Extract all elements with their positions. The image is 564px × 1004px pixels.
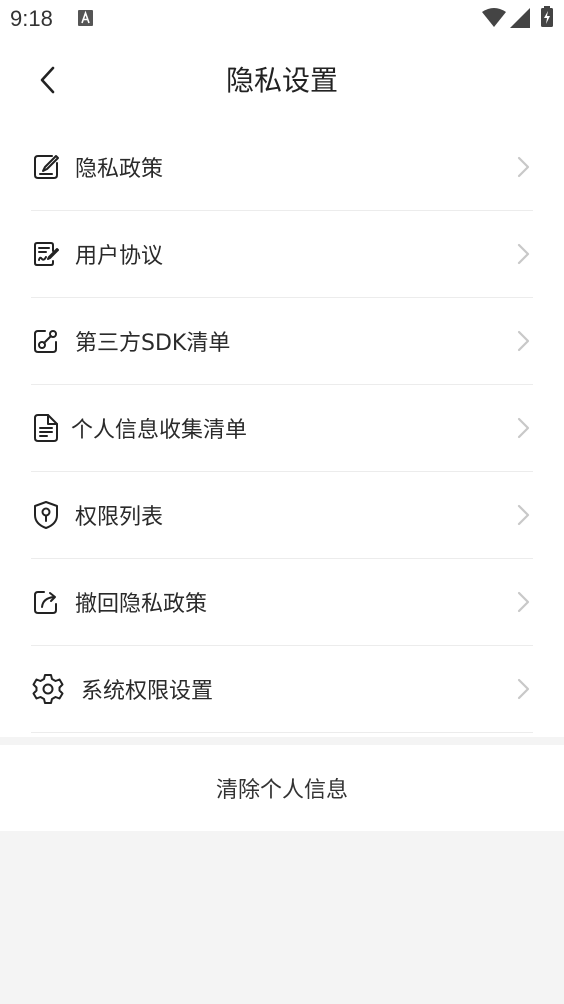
menu-item-personal-info-list[interactable]: 个人信息收集清单 — [31, 385, 533, 472]
menu-item-third-party-sdk[interactable]: 第三方SDK清单 — [31, 298, 533, 385]
status-time: 9:18 — [10, 6, 53, 31]
chevron-right-icon — [517, 678, 530, 700]
menu-item-system-permission[interactable]: 系统权限设置 — [31, 646, 533, 733]
menu-item-label: 撤回隐私政策 — [75, 592, 208, 617]
menu-item-label: 系统权限设置 — [81, 679, 214, 704]
menu-item-user-agreement[interactable]: 用户协议 — [31, 211, 533, 298]
shield-key-icon — [31, 500, 61, 530]
chevron-right-icon — [517, 330, 530, 352]
signal-icon — [510, 8, 530, 28]
chevron-right-icon — [517, 156, 530, 178]
export-arrow-icon — [31, 587, 61, 617]
menu-item-label: 隐私政策 — [75, 157, 164, 182]
header: 隐私设置 — [0, 38, 564, 124]
menu-item-label: 第三方SDK清单 — [75, 331, 231, 356]
back-button[interactable] — [28, 60, 68, 100]
chevron-right-icon — [517, 504, 530, 526]
battery-icon — [541, 6, 553, 27]
menu-item-permission-list[interactable]: 权限列表 — [31, 472, 533, 559]
gear-icon — [31, 672, 65, 706]
page-title: 隐私设置 — [225, 64, 338, 97]
chevron-left-icon — [40, 66, 55, 94]
menu-item-revoke-privacy[interactable]: 撤回隐私政策 — [31, 559, 533, 646]
share-link-icon — [31, 326, 61, 356]
menu-item-label: 权限列表 — [75, 505, 164, 530]
menu-item-label: 个人信息收集清单 — [71, 418, 248, 443]
wifi-icon — [482, 8, 506, 27]
settings-menu: 隐私政策 用户协议 第三方SDK清单 个人信息收集清单 权限列表 撤回隐私政策 … — [0, 124, 564, 737]
menu-item-privacy-policy[interactable]: 隐私政策 — [31, 124, 533, 211]
document-list-icon — [31, 413, 61, 443]
clear-personal-info-label: 清除个人信息 — [215, 778, 348, 803]
status-bar: 9:18 — [0, 0, 564, 38]
menu-item-label: 用户协议 — [75, 244, 164, 269]
text-a-icon — [78, 10, 93, 26]
signature-document-icon — [31, 239, 61, 269]
chevron-right-icon — [517, 591, 530, 613]
edit-document-icon — [31, 152, 61, 182]
chevron-right-icon — [517, 243, 530, 265]
chevron-right-icon — [517, 417, 530, 439]
clear-personal-info-button[interactable]: 清除个人信息 — [0, 745, 564, 831]
